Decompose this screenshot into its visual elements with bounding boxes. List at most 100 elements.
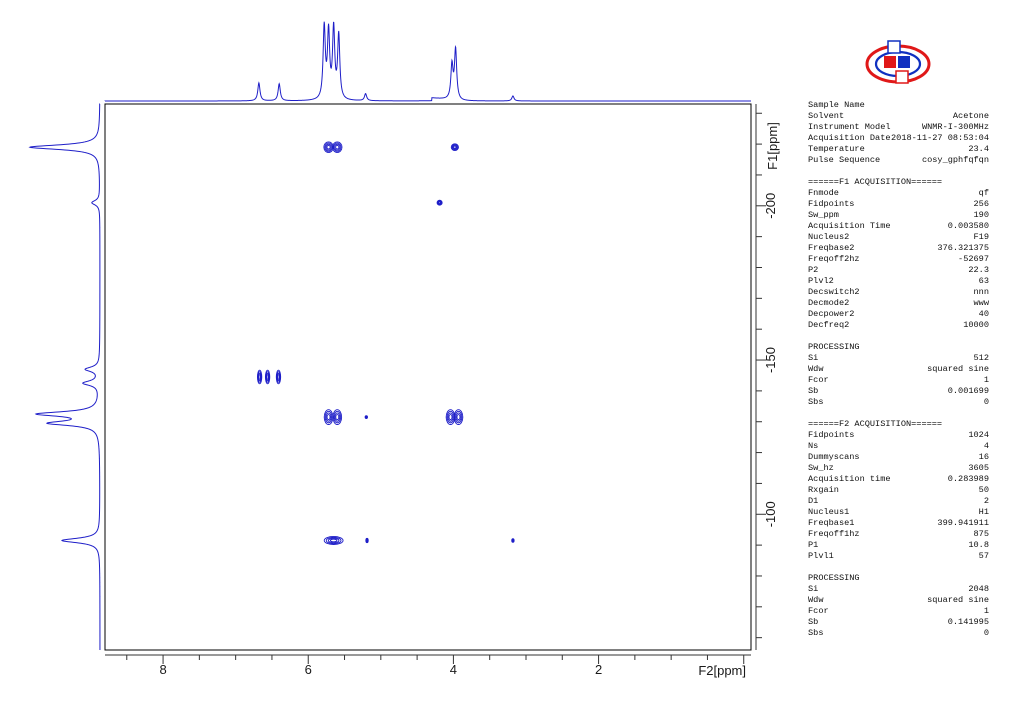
y-tick-label: -150 xyxy=(763,347,778,373)
parameter-value: 0 xyxy=(983,628,989,638)
x-tick-label: 2 xyxy=(595,662,602,677)
contour-peak xyxy=(365,537,369,544)
f1-parameters: Fnmode qf Fidpoints 256 Sw_ppm 190 Acquisition… xyxy=(808,188,989,331)
parameter-value: 40 xyxy=(978,309,989,319)
contour-peak xyxy=(450,143,459,152)
parameter-value: 376.321375 xyxy=(937,243,989,253)
f1-processing-parameters: Si 512 Wdw squared sine Fcor 1 Sb 0.001699 Sbs 0 xyxy=(808,353,989,408)
parameter-row: Sbs 0 xyxy=(808,397,989,408)
parameter-value: 10000 xyxy=(963,320,989,330)
plot-frame xyxy=(104,103,752,651)
parameter-row: Fnmode qf xyxy=(808,188,989,199)
parameter-row: Freqbase2 376.321375 xyxy=(808,243,989,254)
parameter-row: Pulse Sequence cosy_gphfqfqn xyxy=(808,155,989,166)
parameter-label: Freqoff1hz xyxy=(808,529,860,539)
parameter-label: Sw_ppm xyxy=(808,210,839,220)
parameter-label: Rxgain xyxy=(808,485,839,495)
f2-processing-parameters: Si 2048 Wdw squared sine Fcor 1 Sb 0.141995 Sbs 0 xyxy=(808,584,989,639)
parameter-value: cosy_gphfqfqn xyxy=(921,155,989,165)
parameter-label: P1 xyxy=(808,540,819,550)
parameter-label: Wdw xyxy=(808,364,824,374)
parameter-value: 0.283989 xyxy=(947,474,989,484)
y-axis-label: F1[ppm] xyxy=(765,122,780,170)
parameter-label: Decpower2 xyxy=(808,309,855,319)
parameter-row: Plvl2 63 xyxy=(808,276,989,287)
parameter-label: Wdw xyxy=(808,595,824,605)
parameter-row: Fcor 1 xyxy=(808,606,989,617)
contour-peak xyxy=(323,141,334,153)
contour-peak xyxy=(256,369,263,385)
parameter-row: Sb 0.141995 xyxy=(808,617,989,628)
parameter-row: Dummyscans 16 xyxy=(808,452,989,463)
y-tick-label: -100 xyxy=(763,501,778,527)
parameter-value: 10.8 xyxy=(968,540,989,550)
parameter-label: Sw_hz xyxy=(808,463,834,473)
f2-acquisition-header: ======F2 ACQUISITION====== xyxy=(808,419,943,429)
parameter-row: P2 22.3 xyxy=(808,265,989,276)
contour-peak xyxy=(323,409,334,425)
parameter-label: Decswitch2 xyxy=(808,287,860,297)
parameter-label: Sb xyxy=(808,617,819,627)
parameter-value: 63 xyxy=(978,276,989,286)
parameter-value: WNMR-I-300MHz xyxy=(921,122,989,132)
y-tick-label: -200 xyxy=(763,193,778,219)
parameter-label: Plvl1 xyxy=(808,551,834,561)
contour-peak xyxy=(323,536,344,545)
parameter-row: Acquisition time 0.283989 xyxy=(808,474,989,485)
parameter-row: Wdw squared sine xyxy=(808,364,989,375)
parameter-label: Nucleus1 xyxy=(808,507,850,517)
parameter-label: Si xyxy=(808,353,819,363)
parameter-row: Instrument Model WNMR-I-300MHz xyxy=(808,122,989,133)
parameter-value: 1 xyxy=(983,375,989,385)
parameter-value: nnn xyxy=(973,287,989,297)
parameter-label: Freqoff2hz xyxy=(808,254,860,264)
parameter-label: Si xyxy=(808,584,819,594)
parameter-label: Decmode2 xyxy=(808,298,850,308)
parameter-value: 50 xyxy=(978,485,989,495)
sample-parameters: Sample Name Solvent Acetone Instrument Mode… xyxy=(808,100,989,166)
f1-processing-header: PROCESSING xyxy=(808,342,860,352)
parameter-row: Sbs 0 xyxy=(808,628,989,639)
parameter-row: Wdw squared sine xyxy=(808,595,989,606)
parameter-value: 3605 xyxy=(968,463,989,473)
contour-peak xyxy=(332,409,343,425)
parameter-value: www xyxy=(973,298,989,308)
parameter-row: Ns 4 xyxy=(808,441,989,452)
parameter-label: D1 xyxy=(808,496,819,506)
parameter-label: Sb xyxy=(808,386,819,396)
parameter-label: Acquisition Date xyxy=(808,133,891,143)
parameter-value: 399.941911 xyxy=(937,518,989,528)
parameter-row: Fidpoints 1024 xyxy=(808,430,989,441)
acquisition-parameters: Sample Name Solvent Acetone Instrument Mode… xyxy=(808,100,989,639)
f2-processing-header: PROCESSING xyxy=(808,573,860,583)
contour-peak xyxy=(436,199,443,206)
parameter-value: squared sine xyxy=(927,595,989,605)
parameter-row: Freqoff2hz -52697 xyxy=(808,254,989,265)
parameter-label: Pulse Sequence xyxy=(808,155,881,165)
x-tick-label: 4 xyxy=(450,662,457,677)
parameter-row: Freqbase1 399.941911 xyxy=(808,518,989,529)
parameter-row: Nucleus1 H1 xyxy=(808,507,989,518)
parameter-value: 2048 xyxy=(968,584,989,594)
parameter-row: Fcor 1 xyxy=(808,375,989,386)
parameter-value: 4 xyxy=(983,441,989,451)
x-tick-label: 8 xyxy=(159,662,166,677)
parameter-row: Fidpoints 256 xyxy=(808,199,989,210)
contour-peaks xyxy=(256,141,515,545)
contour-peak xyxy=(445,409,456,425)
parameter-value: 0.003580 xyxy=(947,221,989,231)
x-tick-label: 6 xyxy=(305,662,312,677)
f2-projection xyxy=(104,21,751,102)
parameter-value: 57 xyxy=(978,551,989,561)
parameter-row: Nucleus2 F19 xyxy=(808,232,989,243)
contour-peak xyxy=(332,141,343,153)
parameter-value: 16 xyxy=(978,452,989,462)
parameter-label: Fidpoints xyxy=(808,430,855,440)
parameter-row: Sb 0.001699 xyxy=(808,386,989,397)
parameter-label: Nucleus2 xyxy=(808,232,850,242)
parameter-value: Acetone xyxy=(952,111,989,121)
parameter-label: Freqbase1 xyxy=(808,518,855,528)
parameter-row: P1 10.8 xyxy=(808,540,989,551)
parameter-row: Decpower2 40 xyxy=(808,309,989,320)
contour-peak xyxy=(511,538,515,543)
